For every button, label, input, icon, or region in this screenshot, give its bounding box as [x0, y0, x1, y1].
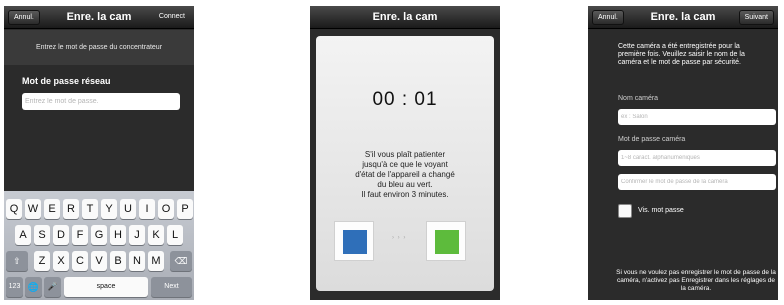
next-key[interactable]: Next	[151, 277, 192, 297]
numbers-key[interactable]: 123	[6, 277, 23, 297]
blue-led-indicator	[334, 221, 374, 261]
message-line: Il faut environ 3 minutes.	[361, 190, 449, 199]
hint-text: Entrez le mot de passe du concentrateur	[4, 30, 194, 65]
space-key[interactable]: space	[64, 277, 148, 297]
footer-note: Si vous ne voulez pas enregistrer le mot…	[616, 269, 776, 292]
waiting-card: 00 : 01 S'il vous plaît patienter jusqu'…	[316, 36, 494, 291]
password-screen: Annul. Enre. la cam Connect Entrez le mo…	[4, 6, 194, 300]
nav-bar: Enre. la cam	[310, 6, 500, 29]
key-e[interactable]: E	[44, 199, 60, 219]
key-v[interactable]: V	[91, 251, 107, 271]
green-square-icon	[435, 230, 459, 254]
show-password-label: Vis. mot passe	[638, 207, 684, 214]
key-k[interactable]: K	[148, 225, 164, 245]
key-y[interactable]: Y	[101, 199, 117, 219]
key-f[interactable]: F	[72, 225, 88, 245]
confirm-password-input[interactable]	[618, 174, 776, 190]
key-g[interactable]: G	[91, 225, 107, 245]
camera-password-input[interactable]	[618, 150, 776, 166]
key-n[interactable]: N	[129, 251, 145, 271]
key-b[interactable]: B	[110, 251, 126, 271]
waiting-screen: Enre. la cam 00 : 01 S'il vous plaît pat…	[310, 6, 500, 300]
nav-bar: Annul. Enre. la cam Suivant	[588, 6, 778, 29]
camera-name-input[interactable]	[618, 109, 776, 125]
countdown-timer: 00 : 01	[372, 89, 438, 110]
wait-message: S'il vous plaît patienter jusqu'à ce que…	[326, 150, 484, 200]
nav-title: Enre. la cam	[372, 11, 438, 23]
key-m[interactable]: M	[148, 251, 164, 271]
key-j[interactable]: J	[129, 225, 145, 245]
camera-password-label: Mot de passe caméra	[618, 136, 686, 143]
message-line: d'état de l'appareil a changé	[355, 170, 455, 179]
intro-text: Cette caméra a été entregistrée pour la …	[618, 43, 745, 66]
key-u[interactable]: U	[120, 199, 136, 219]
next-button[interactable]: Suivant	[738, 10, 774, 25]
key-a[interactable]: A	[15, 225, 31, 245]
shift-key[interactable]: ⇧	[6, 251, 28, 271]
keyboard: Q W E R T Y U I O P A S D F G H J K L ⇧ …	[4, 191, 194, 300]
arrow-indicator: › › ›	[392, 235, 407, 241]
key-d[interactable]: D	[53, 225, 69, 245]
key-t[interactable]: T	[82, 199, 98, 219]
key-l[interactable]: L	[167, 225, 183, 245]
camera-name-label: Nom caméra	[618, 95, 659, 102]
microphone-icon[interactable]: 🎤	[44, 277, 61, 297]
key-x[interactable]: X	[53, 251, 69, 271]
message-line: jusqu'à ce que le voyant	[362, 160, 448, 169]
network-password-input[interactable]	[22, 93, 180, 110]
message-line: S'il vous plaît patienter	[364, 150, 446, 159]
key-w[interactable]: W	[25, 199, 41, 219]
key-r[interactable]: R	[63, 199, 79, 219]
key-h[interactable]: H	[110, 225, 126, 245]
nav-bar: Annul. Enre. la cam Connect	[4, 6, 194, 29]
key-q[interactable]: Q	[6, 199, 22, 219]
globe-icon[interactable]: 🌐	[25, 277, 42, 297]
key-c[interactable]: C	[72, 251, 88, 271]
key-i[interactable]: I	[139, 199, 155, 219]
connect-button[interactable]: Connect	[154, 10, 190, 25]
key-z[interactable]: Z	[34, 251, 50, 271]
key-o[interactable]: O	[158, 199, 174, 219]
key-p[interactable]: P	[177, 199, 193, 219]
key-s[interactable]: S	[34, 225, 50, 245]
message-line: du bleu au vert.	[377, 180, 433, 189]
show-password-checkbox[interactable]	[618, 204, 632, 218]
blue-square-icon	[343, 230, 367, 254]
camera-registration-screen: Annul. Enre. la cam Suivant Cette caméra…	[588, 6, 778, 300]
green-led-indicator	[426, 221, 466, 261]
network-password-label: Mot de passe réseau	[22, 76, 111, 86]
backspace-key[interactable]: ⌫	[170, 251, 192, 271]
